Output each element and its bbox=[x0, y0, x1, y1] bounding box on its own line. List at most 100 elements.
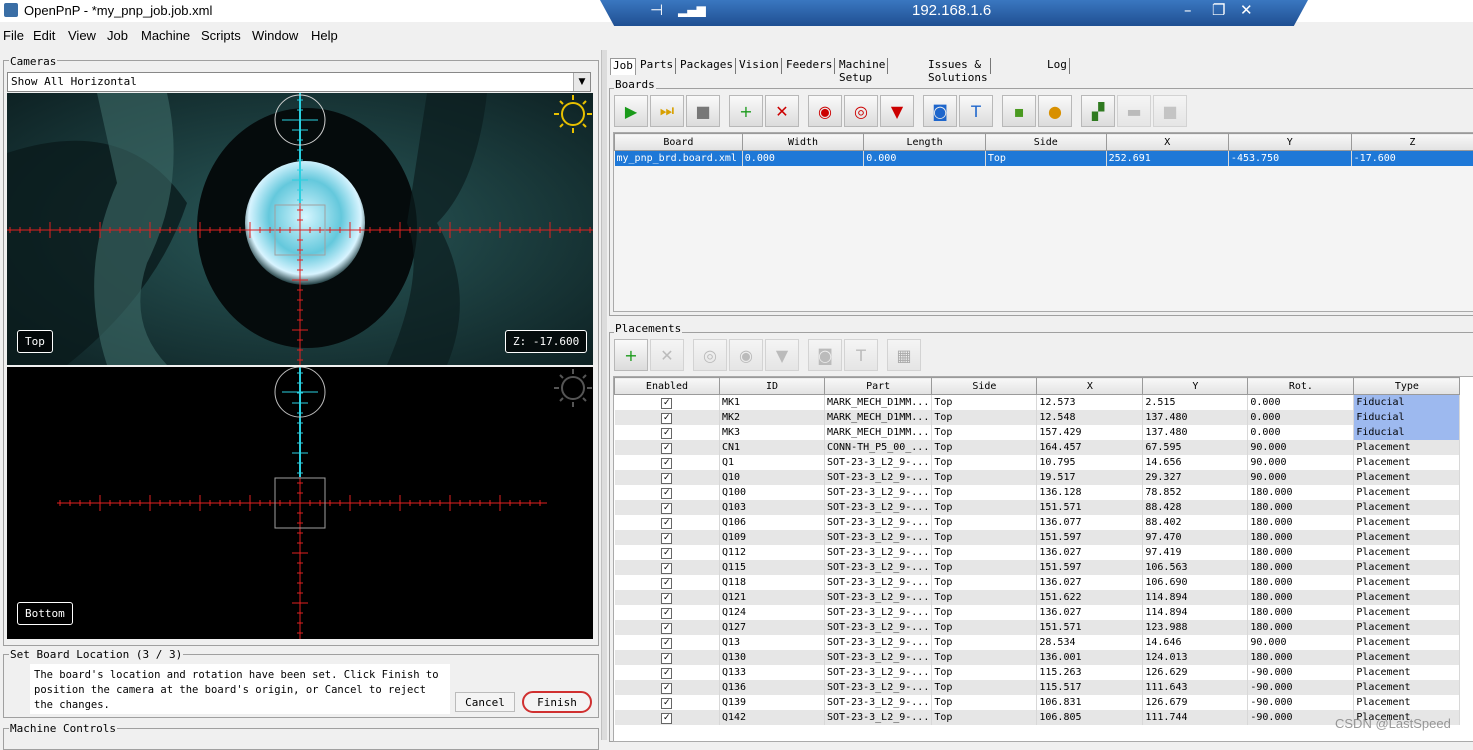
cell-x[interactable]: 151.597 bbox=[1037, 530, 1143, 545]
tab-issues-solutions[interactable]: Issues & Solutions bbox=[926, 58, 991, 74]
table-row[interactable]: ✓Q124SOT-23-3_L2_9-...Top136.027114.8941… bbox=[615, 605, 1460, 620]
cell-rot[interactable]: 180.000 bbox=[1248, 560, 1354, 575]
cell-x[interactable]: 19.517 bbox=[1037, 470, 1143, 485]
table-row[interactable]: ✓Q127SOT-23-3_L2_9-...Top151.571123.9881… bbox=[615, 620, 1460, 635]
tab-vision[interactable]: Vision bbox=[737, 58, 782, 74]
cell-x[interactable]: 12.548 bbox=[1037, 410, 1143, 425]
tab-feeders[interactable]: Feeders bbox=[784, 58, 835, 74]
menu-scripts[interactable]: Scripts bbox=[201, 28, 241, 43]
cell-y[interactable]: 111.643 bbox=[1143, 680, 1248, 695]
cell-type[interactable]: Placement bbox=[1354, 500, 1460, 515]
cell-rot[interactable]: -90.000 bbox=[1248, 680, 1354, 695]
cell-x[interactable]: 12.573 bbox=[1037, 395, 1143, 411]
enabled-checkbox[interactable]: ✓ bbox=[661, 623, 672, 634]
cell-y[interactable]: 126.679 bbox=[1143, 695, 1248, 710]
cell-id[interactable]: Q124 bbox=[720, 605, 825, 620]
table-row[interactable]: ✓MK2MARK_MECH_D1MM...Top12.548137.4800.0… bbox=[615, 410, 1460, 425]
column-header-width[interactable]: Width bbox=[742, 134, 863, 151]
capture-tool-button[interactable]: ▼ bbox=[765, 339, 799, 371]
cell-type[interactable]: Placement bbox=[1354, 530, 1460, 545]
cell-y[interactable]: 14.646 bbox=[1143, 635, 1248, 650]
enabled-checkbox[interactable]: ✓ bbox=[661, 713, 672, 724]
cell-side[interactable]: Top bbox=[932, 575, 1037, 590]
cell-side[interactable]: Top bbox=[932, 650, 1037, 665]
finish-button[interactable]: Finish bbox=[522, 691, 592, 713]
cell-rot[interactable]: 0.000 bbox=[1248, 425, 1354, 440]
enabled-checkbox[interactable]: ✓ bbox=[661, 653, 672, 664]
cell-side[interactable]: Top bbox=[932, 695, 1037, 710]
cell-type[interactable]: Placement bbox=[1354, 590, 1460, 605]
cell-part[interactable]: SOT-23-3_L2_9-... bbox=[825, 500, 932, 515]
chevron-down-icon[interactable]: ▼ bbox=[573, 73, 590, 91]
cell-type[interactable]: Placement bbox=[1354, 635, 1460, 650]
menu-file[interactable]: File bbox=[3, 28, 24, 43]
cell-y[interactable]: 126.629 bbox=[1143, 665, 1248, 680]
table-row[interactable]: ✓Q139SOT-23-3_L2_9-...Top106.831126.679-… bbox=[615, 695, 1460, 710]
cell-part[interactable]: SOT-23-3_L2_9-... bbox=[825, 605, 932, 620]
cell-type[interactable]: Placement bbox=[1354, 695, 1460, 710]
cell-x[interactable]: 136.128 bbox=[1037, 485, 1143, 500]
cell-enabled[interactable]: ✓ bbox=[615, 530, 720, 545]
cell-x[interactable]: 115.263 bbox=[1037, 665, 1143, 680]
menu-window[interactable]: Window bbox=[252, 28, 298, 43]
menu-job[interactable]: Job bbox=[107, 28, 128, 43]
cell-enabled[interactable]: ✓ bbox=[615, 575, 720, 590]
cell-part[interactable]: SOT-23-3_L2_9-... bbox=[825, 620, 932, 635]
cell-type[interactable]: Fiducial bbox=[1354, 410, 1460, 425]
cell-rot[interactable]: 180.000 bbox=[1248, 500, 1354, 515]
fiducial-check-button[interactable]: ◙ bbox=[923, 95, 957, 127]
cell-type[interactable]: Placement bbox=[1354, 665, 1460, 680]
cell-side[interactable]: Top bbox=[932, 410, 1037, 425]
cell-enabled[interactable]: ✓ bbox=[615, 695, 720, 710]
cell-side[interactable]: Top bbox=[932, 590, 1037, 605]
cell-side[interactable]: Top bbox=[932, 395, 1037, 411]
cell-enabled[interactable]: ✓ bbox=[615, 650, 720, 665]
cell-x[interactable]: 164.457 bbox=[1037, 440, 1143, 455]
cell-y[interactable]: 137.480 bbox=[1143, 425, 1248, 440]
table-row[interactable]: ✓Q130SOT-23-3_L2_9-...Top136.001124.0131… bbox=[615, 650, 1460, 665]
column-header-length[interactable]: Length bbox=[864, 134, 986, 151]
cell-id[interactable]: Q106 bbox=[720, 515, 825, 530]
cell-rot[interactable]: 90.000 bbox=[1248, 635, 1354, 650]
cell-y[interactable]: 114.894 bbox=[1143, 590, 1248, 605]
cell-part[interactable]: SOT-23-3_L2_9-... bbox=[825, 455, 932, 470]
cell-id[interactable]: Q1 bbox=[720, 455, 825, 470]
cell-rot[interactable]: 90.000 bbox=[1248, 440, 1354, 455]
cell-enabled[interactable]: ✓ bbox=[615, 515, 720, 530]
cell-y[interactable]: 114.894 bbox=[1143, 605, 1248, 620]
cell-x[interactable]: 136.027 bbox=[1037, 605, 1143, 620]
position-camera-button[interactable]: ◎ bbox=[844, 95, 878, 127]
table-row[interactable]: ✓Q106SOT-23-3_L2_9-...Top136.07788.40218… bbox=[615, 515, 1460, 530]
capture-camera-button[interactable]: ◉ bbox=[808, 95, 842, 127]
cell-id[interactable]: Q10 bbox=[720, 470, 825, 485]
cell-x[interactable]: 106.831 bbox=[1037, 695, 1143, 710]
cell-y[interactable]: 88.402 bbox=[1143, 515, 1248, 530]
cell-side[interactable]: Top bbox=[932, 470, 1037, 485]
cell-id[interactable]: MK2 bbox=[720, 410, 825, 425]
cell-x[interactable]: 106.805 bbox=[1037, 710, 1143, 725]
column-header-side[interactable]: Side bbox=[985, 134, 1106, 151]
cell-x[interactable]: 151.622 bbox=[1037, 590, 1143, 605]
column-header-y[interactable]: Y bbox=[1143, 378, 1248, 395]
cell-part[interactable]: SOT-23-3_L2_9-... bbox=[825, 680, 932, 695]
board-yellow-button[interactable]: ● bbox=[1038, 95, 1072, 127]
enabled-checkbox[interactable]: ✓ bbox=[661, 428, 672, 439]
column-header-board[interactable]: Board bbox=[615, 134, 743, 151]
cell-type[interactable]: Placement bbox=[1354, 605, 1460, 620]
cell-enabled[interactable]: ✓ bbox=[615, 605, 720, 620]
cell-part[interactable]: SOT-23-3_L2_9-... bbox=[825, 485, 932, 500]
enabled-checkbox[interactable]: ✓ bbox=[661, 698, 672, 709]
cell-y[interactable]: 124.013 bbox=[1143, 650, 1248, 665]
cell-type[interactable]: Placement bbox=[1354, 575, 1460, 590]
pin-icon[interactable]: ⊣ bbox=[650, 1, 663, 19]
cell-rot[interactable]: 90.000 bbox=[1248, 455, 1354, 470]
cell-x[interactable]: 136.001 bbox=[1037, 650, 1143, 665]
enabled-checkbox[interactable]: ✓ bbox=[661, 518, 672, 529]
cell-x[interactable]: 136.027 bbox=[1037, 575, 1143, 590]
column-header-type[interactable]: Type bbox=[1354, 378, 1460, 395]
cell-enabled[interactable]: ✓ bbox=[615, 710, 720, 725]
camera-view-select[interactable]: Show All Horizontal ▼ bbox=[7, 72, 591, 92]
cell-side[interactable]: Top bbox=[932, 530, 1037, 545]
cell-enabled[interactable]: ✓ bbox=[615, 440, 720, 455]
cell-side[interactable]: Top bbox=[932, 665, 1037, 680]
